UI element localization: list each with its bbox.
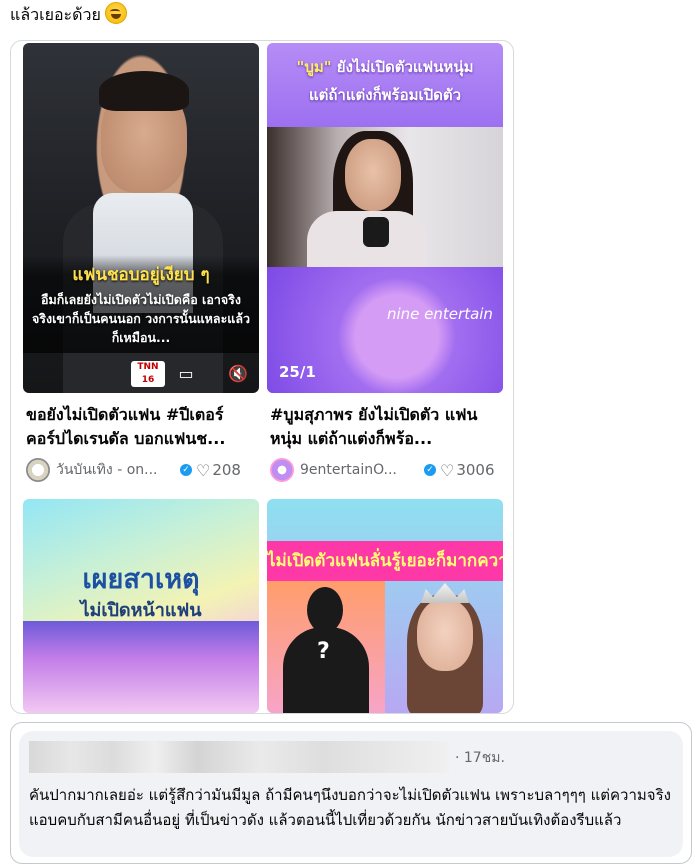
comment: · 17ชม. คันปากมากเลยอ่ะ แต่รู้สึกว่ามันม… [10, 722, 692, 864]
banner-highlight: "บูม" [296, 58, 332, 76]
slide-counter: 25/1 [279, 363, 316, 381]
joy-emoji-icon [104, 2, 127, 24]
microphone-icon [363, 217, 389, 247]
channel-logo: TNN 16 [131, 361, 165, 387]
captions-icon[interactable]: ▭ [175, 363, 197, 385]
thumbnail-banner: ไม่เปิดตัวแฟนลั่นรู้เยอะก็มากความ [267, 541, 503, 581]
feed-tile-2[interactable]: "บูม" ยังไม่เปิดตัวแฟนหนุ่ม แต่ถ้าแต่งก็… [267, 43, 503, 482]
feed-tile-3[interactable]: เผยสาเหตุ ไม่เปิดหน้าแฟน [23, 499, 259, 713]
crown-icon [421, 583, 469, 603]
banner-line-1: "บูม" ยังไม่เปิดตัวแฟนหนุ่ม [267, 55, 503, 79]
video-thumbnail-3[interactable]: เผยสาเหตุ ไม่เปิดหน้าแฟน [23, 499, 259, 713]
verified-icon: ✓ [424, 464, 436, 476]
question-mark: ? [317, 639, 330, 664]
post-text: แล้วเยอะด้วย [10, 2, 127, 28]
mute-icon[interactable]: 🔇 [227, 363, 249, 385]
heart-icon[interactable]: ♡ [196, 461, 210, 480]
verified-icon: ✓ [180, 464, 192, 476]
blurred-author-name [29, 741, 449, 773]
banner-line-2: แต่ถ้าแต่งก็พร้อมเปิดตัว [308, 86, 462, 104]
video-meta: วันบันเทิง - on... ✓ ♡ 208 [23, 458, 259, 482]
heart-icon[interactable]: ♡ [440, 461, 454, 480]
like-count: 208 [212, 461, 241, 479]
video-caption-overlay: แฟนชอบอยู่เงียบ ๆ อืมก็เลยยังไม่เปิดตัวไ… [23, 255, 259, 353]
video-banner: "บูม" ยังไม่เปิดตัวแฟนหนุ่ม แต่ถ้าแต่งก็… [267, 43, 503, 127]
comment-text: คันปากมากเลยอ่ะ แต่รู้สึกว่ามันมีมูล ถ้า… [29, 786, 671, 829]
author-name[interactable]: วันบันเทิง - on... [56, 459, 176, 481]
comment-time[interactable]: · 17ชม. [455, 747, 505, 769]
tv-studio [23, 621, 259, 713]
comment-bubble: · 17ชม. คันปากมากเลยอ่ะ แต่รู้สึกว่ามันม… [19, 731, 683, 857]
video-thumbnail-4[interactable]: ไม่เปิดตัวแฟนลั่นรู้เยอะก็มากความ ? [267, 499, 503, 713]
brand-logo: nine entertain [387, 305, 493, 323]
author-avatar[interactable] [270, 458, 294, 482]
thumbnail-headline: เผยสาเหตุ [82, 564, 200, 595]
thumbnail-hair [99, 71, 189, 111]
overlay-body: อืมก็เลยยังไม่เปิดตัวไม่เปิดคือ เอาจริงจ… [31, 292, 251, 345]
feed-tile-4[interactable]: ไม่เปิดตัวแฟนลั่นรู้เยอะก็มากความ ? [267, 499, 503, 713]
like-count: 3006 [456, 461, 495, 479]
thumbnail-face [417, 599, 473, 671]
author-name[interactable]: 9entertainO... [300, 462, 420, 478]
post-text-label: แล้วเยอะด้วย [10, 5, 101, 24]
thumbnail-subline: ไม่เปิดหน้าแฟน [80, 600, 202, 621]
video-title[interactable]: ขอยังไม่เปิดตัวแฟน #ปีเตอร์ คอร์ปไดเรนดั… [23, 403, 259, 451]
video-feed-card: แฟนชอบอยู่เงียบ ๆ อืมก็เลยยังไม่เปิดตัวไ… [10, 40, 514, 714]
thumbnail-face [345, 139, 401, 211]
video-meta: 9entertainO... ✓ ♡ 3006 [267, 458, 503, 482]
feed-tile-1[interactable]: แฟนชอบอยู่เงียบ ๆ อืมก็เลยยังไม่เปิดตัวไ… [23, 43, 259, 482]
video-title[interactable]: #บูมสุภาพร ยังไม่เปิดตัว แฟนหนุ่ม แต่ถ้า… [267, 403, 503, 451]
author-avatar[interactable] [26, 458, 50, 482]
overlay-title: แฟนชอบอยู่เงียบ ๆ [72, 265, 210, 285]
banner-line-1-rest: ยังไม่เปิดตัวแฟนหนุ่ม [331, 58, 474, 76]
video-thumbnail-2[interactable]: "บูม" ยังไม่เปิดตัวแฟนหนุ่ม แต่ถ้าแต่งก็… [267, 43, 503, 393]
video-thumbnail-1[interactable]: แฟนชอบอยู่เงียบ ๆ อืมก็เลยยังไม่เปิดตัวไ… [23, 43, 259, 393]
